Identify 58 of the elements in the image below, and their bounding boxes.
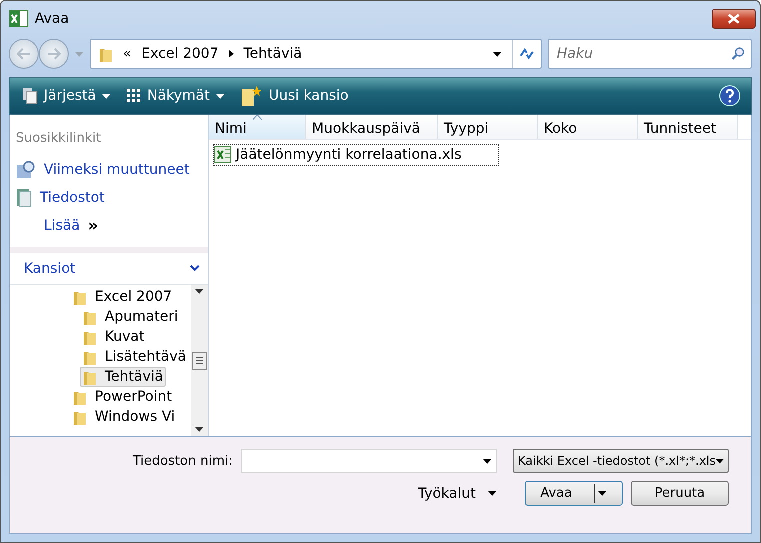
toolbar-button[interactable]: Näkymät [125,88,227,104]
breadcrumb-item[interactable]: Excel 2007 [142,46,219,62]
chevron-icon [228,50,234,58]
help-icon[interactable] [719,85,741,107]
folder-tree-item[interactable]: Kuvat [80,327,148,347]
cancel-button[interactable]: Peruuta [631,481,729,506]
spreadsheet-app-icon [9,9,29,29]
documents-icon [16,188,32,208]
breadcrumb-item[interactable]: Tehtäviä [244,46,302,62]
file-row[interactable]: Jäätelönmyynti korrelaationa.xls [213,144,499,166]
search-box[interactable]: Haku [548,39,752,69]
scroll-down-icon [195,427,204,432]
favorite-link[interactable]: Tiedostot [16,188,202,208]
caret-icon [716,458,724,464]
folder-tree-item[interactable]: Excel 2007 [70,287,176,307]
open-split-button[interactable]: Avaa [525,481,623,506]
window-title: Avaa [35,11,70,27]
caret-icon [216,94,225,98]
right-arrow-icon [47,48,61,60]
left-arrow-icon [17,48,31,60]
column-header[interactable]: Tunnisteet [638,115,738,139]
toolbar-button[interactable]: Järjestä [20,87,114,105]
history-caret-icon [75,52,84,56]
caret-icon [488,491,497,496]
chevron-icon [190,265,200,272]
pages-icon [22,87,38,105]
dropdown-caret-icon [493,52,502,56]
caret-icon [598,491,608,496]
favorite-link[interactable]: Lisää » [16,216,202,235]
column-header[interactable]: Muokkauspäivä [306,115,438,139]
column-header[interactable]: Nimi [209,115,306,139]
filename-label: Tiedoston nimi: [132,454,233,468]
toolbar-button[interactable]: Uusi kansio [239,85,351,107]
address-bar[interactable]: « Excel 2007 Tehtäviä [90,39,542,69]
folder-tree-item[interactable]: Apumateri [80,307,182,327]
folder-tree-item[interactable]: Tehtäviä [80,367,166,387]
scrollbar[interactable] [191,285,208,436]
column-header[interactable]: Koko [538,115,638,139]
favorite-link[interactable]: Viimeksi muuttuneet [16,160,202,180]
magnifier-icon [16,160,36,180]
close-button[interactable] [712,9,756,29]
breadcrumb-overflow[interactable]: « [123,46,132,62]
column-header[interactable]: Tyyppi [438,115,538,139]
caret-icon [483,458,492,464]
favorites-heading: Suosikkilinkit [16,131,102,146]
spreadsheet-icon [214,146,232,164]
folder-tree-item[interactable]: Windows Vi [70,407,178,427]
scroll-thumb-icon[interactable] [192,352,207,370]
new-folder-icon [241,85,263,107]
search-icon [731,46,745,62]
close-icon [728,14,740,24]
grid-icon [127,89,142,103]
file-type-dropdown[interactable]: Kaikki Excel -tiedostot (*.xl*;*.xls [513,449,729,473]
folder-tree-item[interactable]: PowerPoint [70,387,176,407]
filename-field[interactable] [241,449,497,473]
tools-button[interactable]: Työkalut [412,484,503,502]
caret-icon [102,94,112,98]
folder-tree-item[interactable]: Lisätehtävä [80,347,190,367]
